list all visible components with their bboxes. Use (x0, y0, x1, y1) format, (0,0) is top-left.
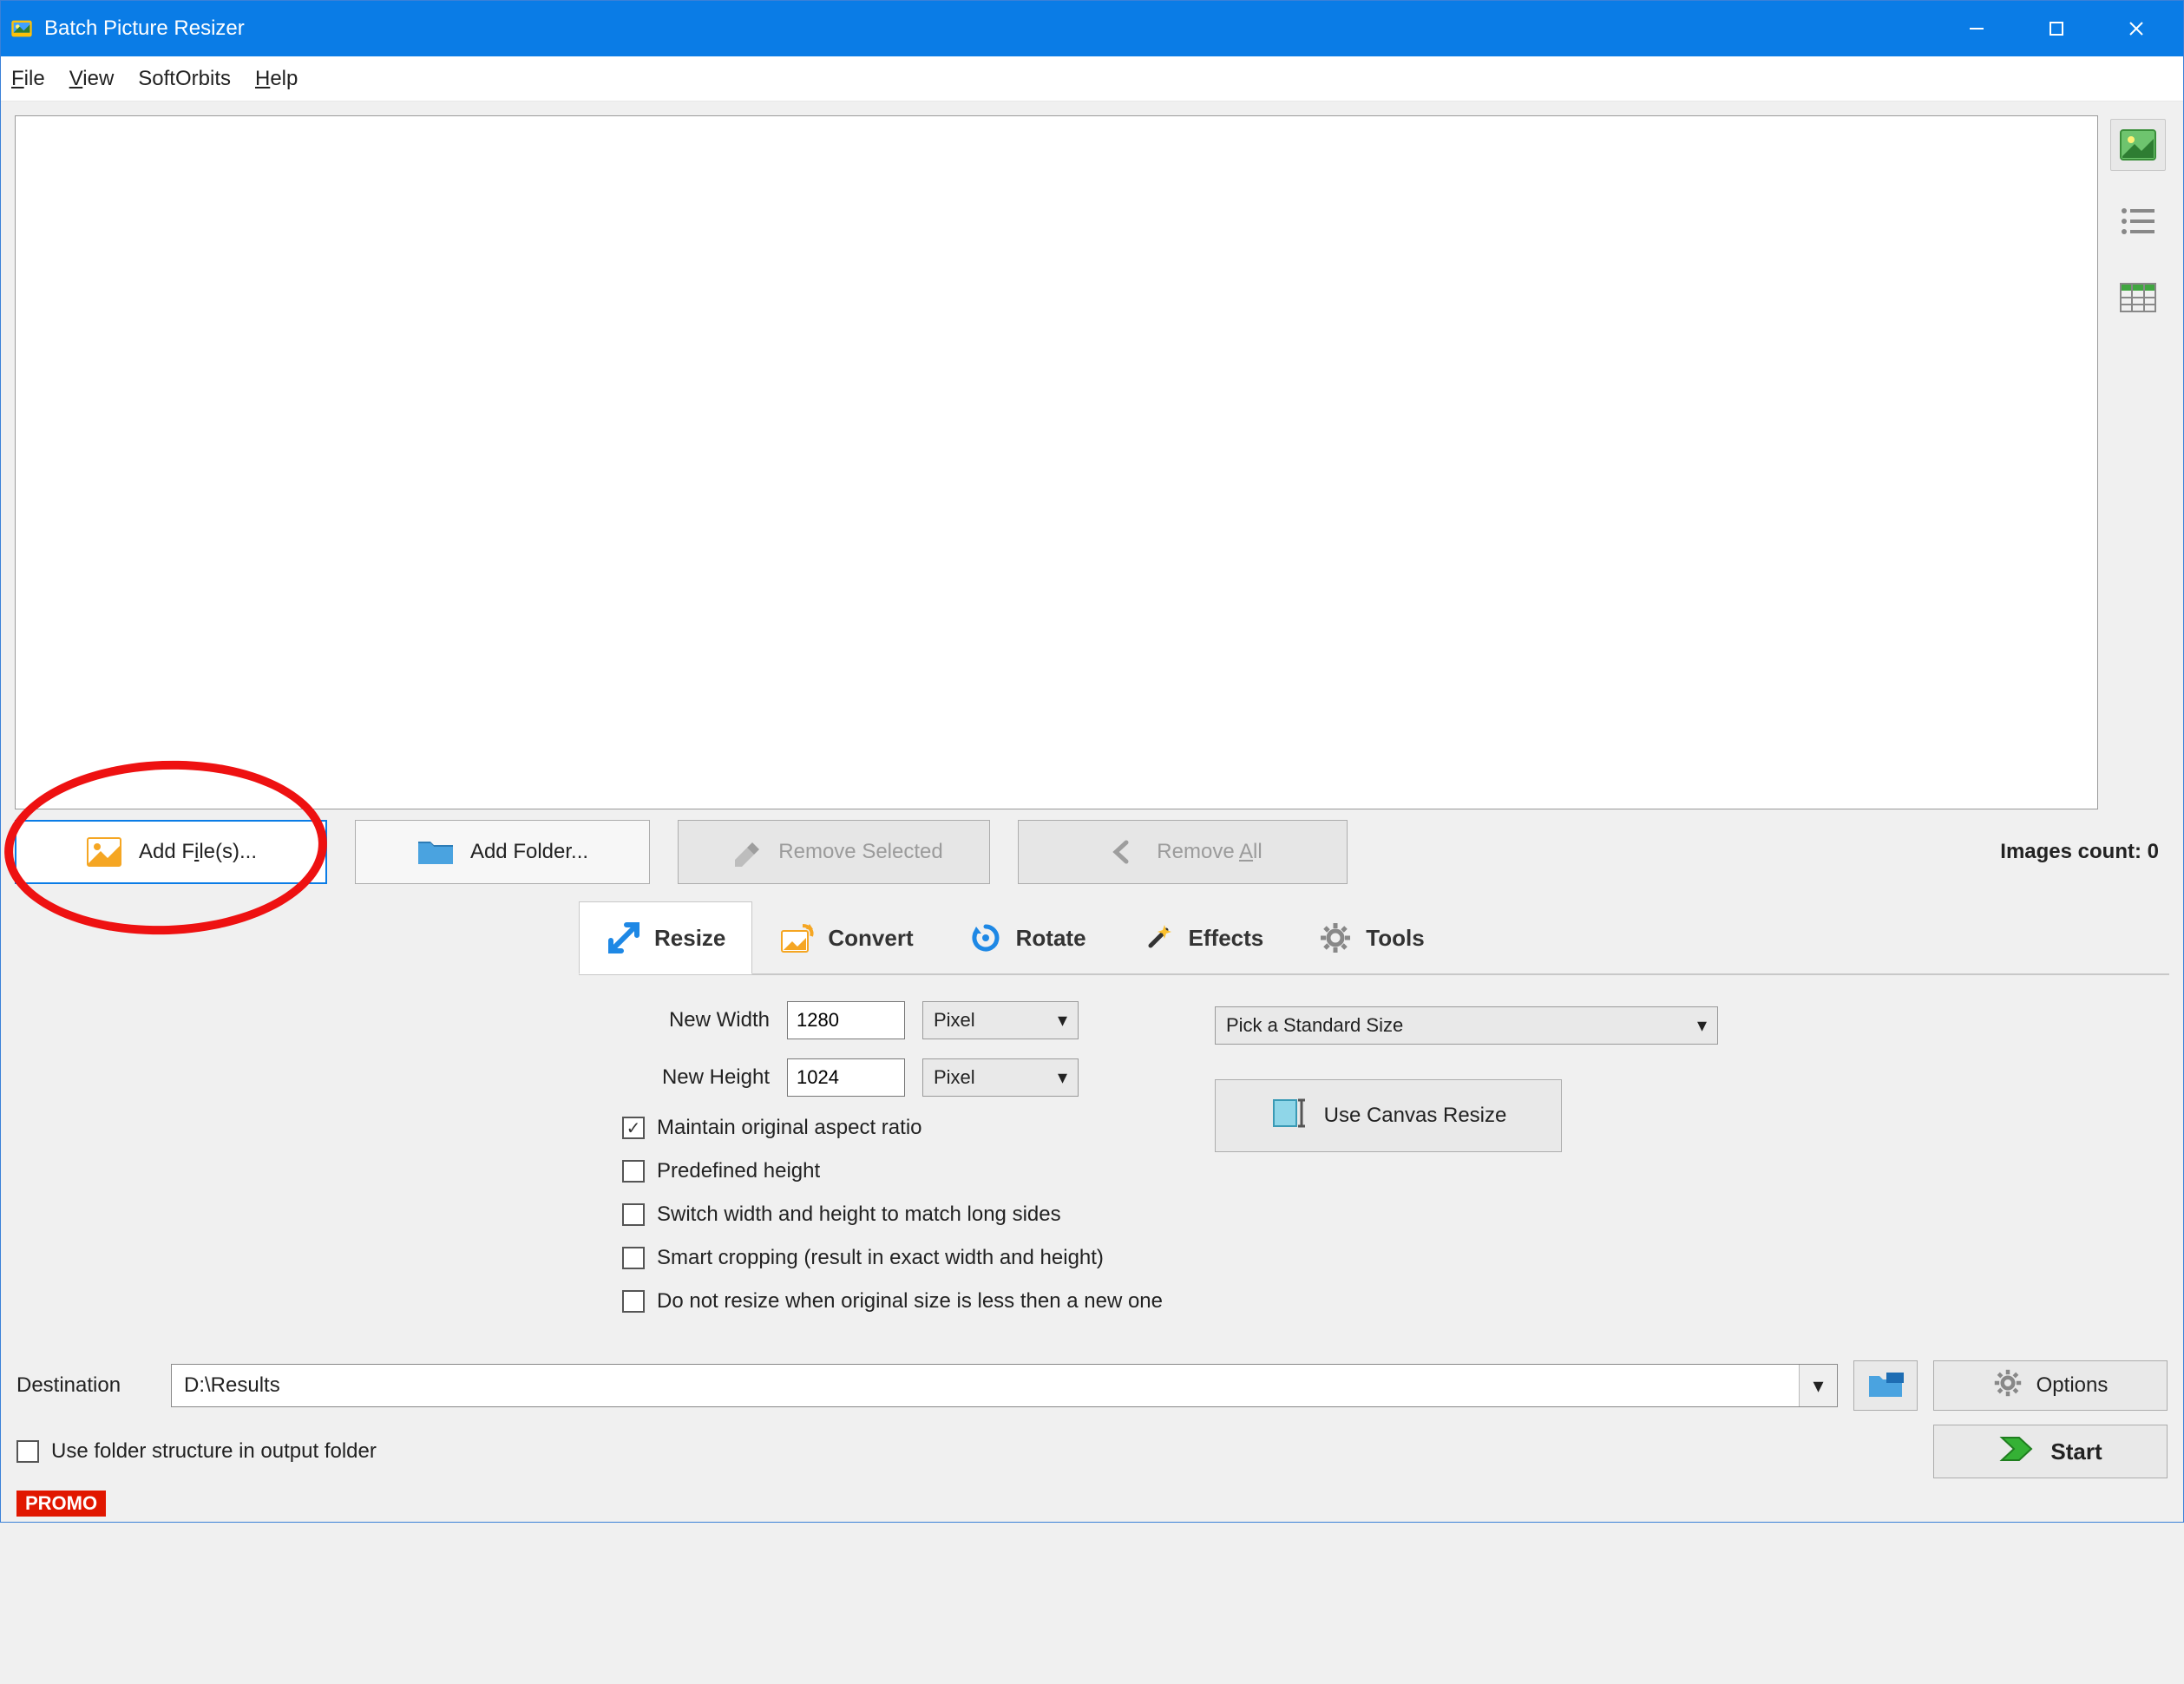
tab-tools-label: Tools (1366, 925, 1424, 952)
minimize-button[interactable] (1937, 1, 2017, 56)
images-count: Images count: 0 (2000, 840, 2169, 864)
chevron-left-icon (1103, 835, 1141, 869)
chk-predefined-row[interactable]: Predefined height (622, 1159, 1163, 1183)
chk-smart-row[interactable]: Smart cropping (result in exact width an… (622, 1246, 1163, 1270)
height-unit-value: Pixel (934, 1066, 975, 1089)
rotate-icon (967, 920, 1004, 956)
new-height-input[interactable] (787, 1058, 905, 1097)
folder-icon (416, 835, 455, 869)
checkbox-icon: ✓ (622, 1117, 645, 1139)
chk-switch-label: Switch width and height to match long si… (657, 1202, 1061, 1227)
chk-noresize-label: Do not resize when original size is less… (657, 1289, 1163, 1314)
remove-all-label: Remove All (1157, 840, 1262, 864)
tab-effects-label: Effects (1189, 925, 1264, 952)
checkbox-icon (622, 1247, 645, 1269)
add-folder-button[interactable]: Add Folder... (355, 820, 650, 884)
add-files-button[interactable]: Add File(s)... (15, 820, 327, 884)
destination-label: Destination (16, 1373, 155, 1398)
checkbox-icon (622, 1160, 645, 1183)
standard-size-combo[interactable]: Pick a Standard Size ▾ (1215, 1006, 1718, 1045)
chk-noresize-row[interactable]: Do not resize when original size is less… (622, 1289, 1163, 1314)
view-mode-strip (2110, 115, 2169, 324)
new-width-input[interactable] (787, 1001, 905, 1039)
chk-aspect-row[interactable]: ✓ Maintain original aspect ratio (622, 1116, 1163, 1140)
chk-folder-structure-row[interactable]: Use folder structure in output folder (16, 1439, 377, 1464)
add-files-label: Add File(s)... (139, 840, 257, 864)
start-label: Start (2050, 1438, 2102, 1465)
tab-convert[interactable]: Convert (752, 901, 940, 974)
destination-bar: Destination D:\Results ▾ Options (1, 1350, 2183, 1421)
checkbox-icon (622, 1290, 645, 1313)
image-icon (85, 835, 123, 869)
chevron-down-icon: ▾ (1799, 1365, 1837, 1406)
maximize-button[interactable] (2017, 1, 2096, 56)
view-list-button[interactable] (2110, 195, 2166, 247)
options-button[interactable]: Options (1933, 1360, 2168, 1411)
app-window: Batch Picture Resizer File View SoftOrbi… (0, 0, 2184, 1523)
titlebar: Batch Picture Resizer (1, 1, 2183, 56)
chk-folder-structure-label: Use folder structure in output folder (51, 1439, 377, 1464)
menu-file[interactable]: File (11, 67, 45, 91)
wand-icon (1140, 920, 1177, 956)
add-folder-label: Add Folder... (470, 840, 588, 864)
app-title: Batch Picture Resizer (44, 16, 245, 41)
destination-value: D:\Results (184, 1373, 280, 1398)
tab-rotate-label: Rotate (1016, 925, 1086, 952)
convert-icon (779, 920, 816, 956)
gear-icon (1993, 1368, 2023, 1404)
standard-size-value: Pick a Standard Size (1226, 1014, 1403, 1037)
promo-badge[interactable]: PROMO (16, 1491, 106, 1517)
chevron-down-icon: ▾ (1058, 1066, 1067, 1089)
chevron-down-icon: ▾ (1697, 1014, 1707, 1037)
height-unit-combo[interactable]: Pixel ▾ (922, 1058, 1079, 1097)
canvas-icon (1270, 1095, 1307, 1137)
preview-area (15, 115, 2098, 809)
chk-aspect-label: Maintain original aspect ratio (657, 1116, 922, 1140)
resize-panel: New Width Pixel ▾ New Height Pixel (579, 975, 2169, 1350)
file-toolbar: Add File(s)... Add Folder... Remove Sele… (1, 809, 2183, 891)
canvas-resize-button[interactable]: Use Canvas Resize (1215, 1079, 1562, 1152)
menu-softorbits[interactable]: SoftOrbits (138, 67, 231, 91)
checkbox-icon (16, 1440, 39, 1463)
close-button[interactable] (2096, 1, 2176, 56)
options-label: Options (2036, 1373, 2109, 1398)
chk-switch-row[interactable]: Switch width and height to match long si… (622, 1202, 1163, 1227)
menubar: File View SoftOrbits Help (1, 56, 2183, 102)
tab-effects[interactable]: Effects (1113, 901, 1291, 974)
menu-help[interactable]: Help (255, 67, 298, 91)
start-button[interactable]: Start (1933, 1425, 2168, 1478)
remove-selected-button[interactable]: Remove Selected (678, 820, 990, 884)
chk-smart-label: Smart cropping (result in exact width an… (657, 1246, 1104, 1270)
checkbox-icon (622, 1203, 645, 1226)
menu-view[interactable]: View (69, 67, 115, 91)
new-width-label: New Width (622, 1008, 770, 1032)
tabstrip: Resize Convert Rotate Effects Tools (579, 901, 2169, 974)
tab-rotate[interactable]: Rotate (941, 901, 1113, 974)
remove-all-button[interactable]: Remove All (1018, 820, 1348, 884)
view-thumbnails-button[interactable] (2110, 119, 2166, 171)
app-icon (8, 15, 36, 43)
tab-tools[interactable]: Tools (1290, 901, 1451, 974)
tab-resize[interactable]: Resize (579, 901, 752, 974)
canvas-resize-label: Use Canvas Resize (1324, 1104, 1507, 1128)
gear-icon (1317, 920, 1354, 956)
destination-combo[interactable]: D:\Results ▾ (171, 1364, 1838, 1407)
width-unit-combo[interactable]: Pixel ▾ (922, 1001, 1079, 1039)
browse-destination-button[interactable] (1853, 1360, 1918, 1411)
resize-icon (606, 920, 642, 956)
width-unit-value: Pixel (934, 1009, 975, 1032)
tab-resize-label: Resize (654, 925, 725, 952)
eraser-icon (725, 835, 763, 869)
remove-selected-label: Remove Selected (778, 840, 942, 864)
tab-convert-label: Convert (828, 925, 913, 952)
chevron-down-icon: ▾ (1058, 1009, 1067, 1032)
play-arrow-icon (1998, 1434, 2035, 1470)
chk-predefined-label: Predefined height (657, 1159, 820, 1183)
view-table-button[interactable] (2110, 272, 2166, 324)
new-height-label: New Height (622, 1065, 770, 1090)
